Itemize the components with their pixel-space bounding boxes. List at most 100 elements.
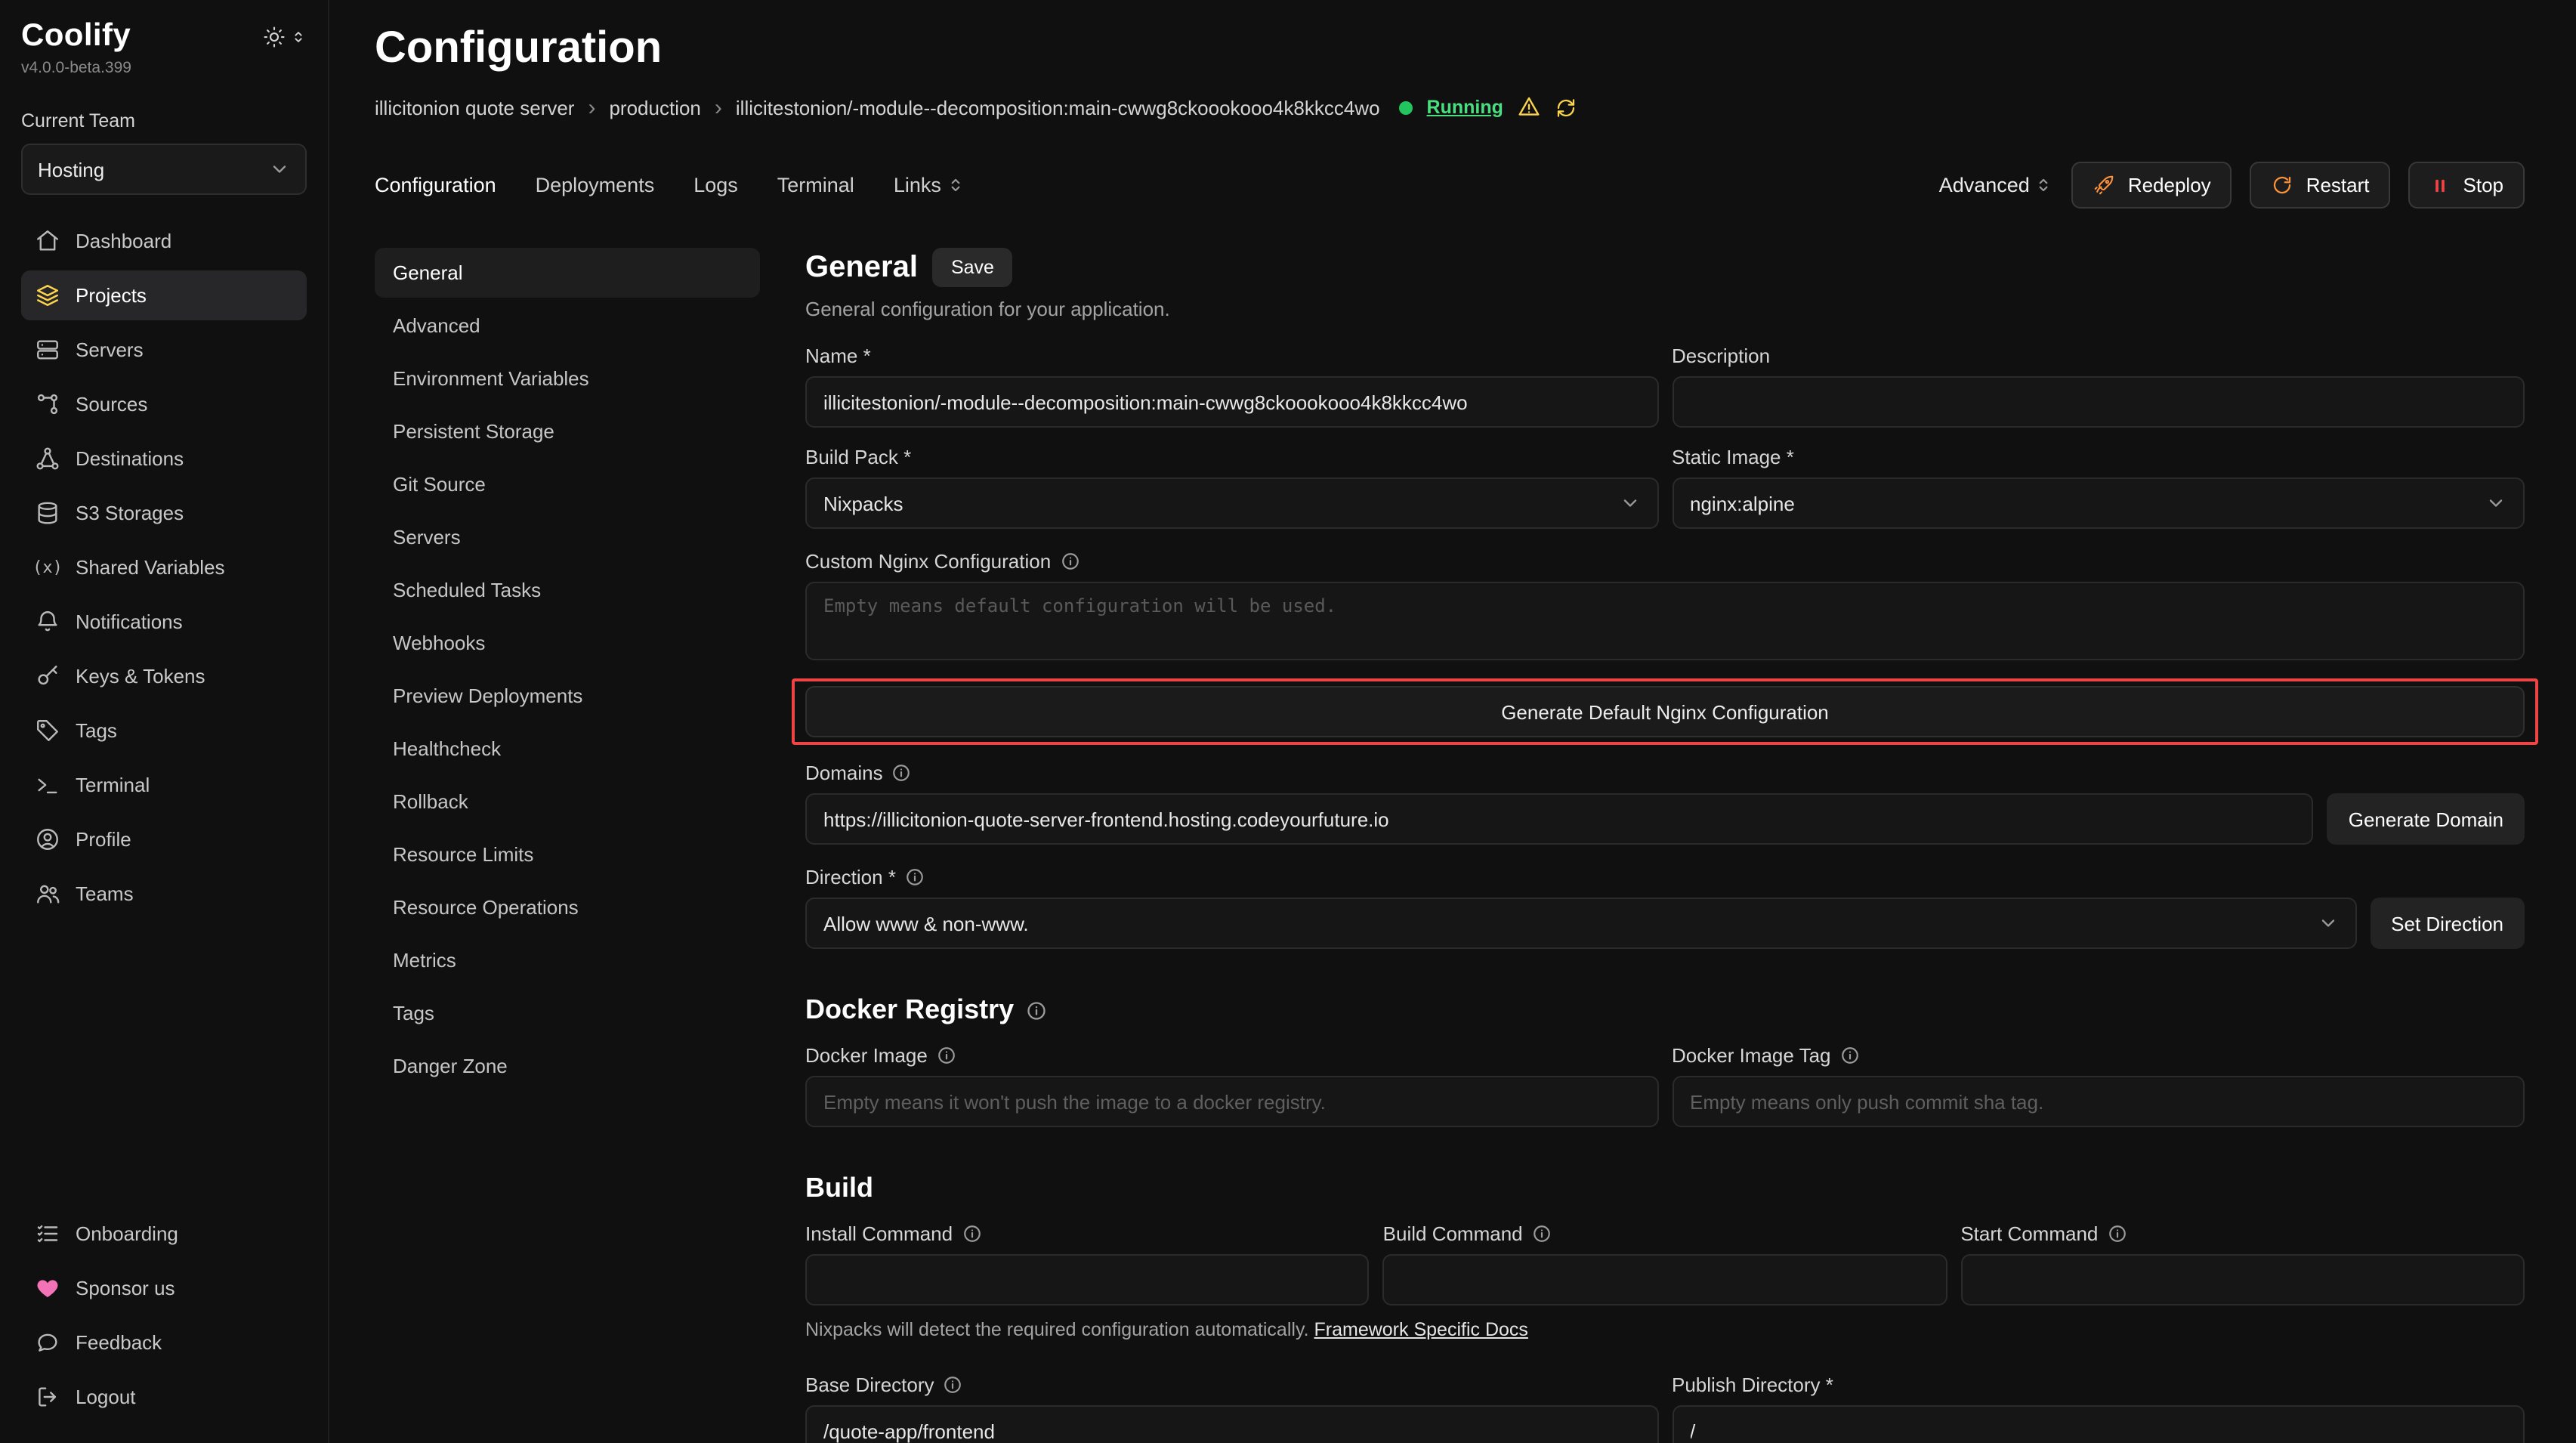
build-command-input[interactable]	[1383, 1254, 1947, 1305]
base-directory-label: Base Directory	[805, 1373, 1658, 1396]
description-input[interactable]	[1672, 376, 2525, 428]
team-select[interactable]: Hosting	[21, 144, 307, 195]
breadcrumb: illicitonion quote server › production ›…	[375, 95, 2525, 119]
tab-configuration[interactable]: Configuration	[375, 174, 496, 196]
subnav-item-preview-deployments[interactable]: Preview Deployments	[375, 671, 760, 721]
nixpacks-note: Nixpacks will detect the required config…	[805, 1319, 2525, 1340]
subnav-item-git-source[interactable]: Git Source	[375, 459, 760, 509]
sidebar-item-shared-variables[interactable]: (x) Shared Variables	[21, 542, 307, 592]
sidebar-item-sponsor[interactable]: Sponsor us	[21, 1263, 307, 1313]
generate-domain-button[interactable]: Generate Domain	[2327, 793, 2525, 845]
sidebar-item-notifications[interactable]: Notifications	[21, 597, 307, 647]
sidebar-item-label: Projects	[76, 284, 147, 307]
subnav-item-servers[interactable]: Servers	[375, 512, 760, 562]
info-icon[interactable]	[1060, 552, 1080, 571]
subnav-item-persistent-storage[interactable]: Persistent Storage	[375, 406, 760, 456]
chevron-down-icon	[2485, 493, 2507, 514]
status-running-link[interactable]: Running	[1427, 97, 1503, 118]
sidebar-item-profile[interactable]: Profile	[21, 814, 307, 864]
info-icon[interactable]	[962, 1224, 981, 1244]
base-directory-input[interactable]	[805, 1405, 1658, 1443]
framework-docs-link[interactable]: Framework Specific Docs	[1314, 1319, 1528, 1340]
subnav-item-webhooks[interactable]: Webhooks	[375, 618, 760, 668]
info-icon[interactable]	[2107, 1224, 2127, 1244]
chevron-right-icon: ›	[588, 96, 595, 119]
sidebar-item-terminal[interactable]: Terminal	[21, 760, 307, 810]
page-title: Configuration	[375, 24, 2525, 74]
theme-toggle[interactable]	[263, 25, 307, 48]
save-button[interactable]: Save	[933, 248, 1012, 287]
info-icon[interactable]	[892, 763, 912, 783]
tab-terminal[interactable]: Terminal	[777, 174, 854, 196]
advanced-dropdown[interactable]: Advanced	[1939, 174, 2054, 196]
sidebar-item-onboarding[interactable]: Onboarding	[21, 1209, 307, 1259]
breadcrumb-resource[interactable]: illicitestonion/-module--decomposition:m…	[736, 96, 1380, 119]
set-direction-button[interactable]: Set Direction	[2370, 898, 2525, 949]
sidebar-item-label: Shared Variables	[76, 556, 225, 579]
tab-logs[interactable]: Logs	[693, 174, 738, 196]
info-icon[interactable]	[1532, 1224, 1552, 1244]
generate-nginx-button[interactable]: Generate Default Nginx Configuration	[805, 686, 2525, 737]
chevron-up-down-icon	[2034, 175, 2054, 195]
redeploy-button[interactable]: Redeploy	[2072, 162, 2232, 209]
general-subtitle: General configuration for your applicati…	[805, 298, 2525, 320]
breadcrumb-environment[interactable]: production	[609, 96, 700, 119]
build-pack-select[interactable]: Nixpacks	[805, 477, 1658, 529]
info-icon[interactable]	[905, 867, 925, 887]
subnav-item-advanced[interactable]: Advanced	[375, 301, 760, 351]
sidebar-item-projects[interactable]: Projects	[21, 270, 307, 320]
subnav-item-resource-limits[interactable]: Resource Limits	[375, 830, 760, 879]
subnav-item-tags[interactable]: Tags	[375, 988, 760, 1038]
sidebar-item-keys-tokens[interactable]: Keys & Tokens	[21, 651, 307, 701]
directories-row: Base Directory Publish Directory *	[805, 1373, 2525, 1443]
subnav-item-rollback[interactable]: Rollback	[375, 777, 760, 827]
breadcrumb-project[interactable]: illicitonion quote server	[375, 96, 574, 119]
tab-links[interactable]: Links	[894, 174, 965, 196]
install-command-input[interactable]	[805, 1254, 1370, 1305]
docker-image-field-group: Docker Image	[805, 1044, 1658, 1127]
publish-directory-input[interactable]	[1672, 1405, 2525, 1443]
sidebar-item-sources[interactable]: Sources	[21, 379, 307, 429]
app-logo[interactable]: Coolify	[21, 18, 131, 54]
info-icon[interactable]	[944, 1375, 963, 1395]
nginx-config-textarea[interactable]	[805, 582, 2525, 660]
subnav-item-metrics[interactable]: Metrics	[375, 935, 760, 985]
domains-input[interactable]	[805, 793, 2314, 845]
sidebar-item-teams[interactable]: Teams	[21, 869, 307, 919]
checklist-icon	[35, 1221, 60, 1247]
sidebar-item-feedback[interactable]: Feedback	[21, 1318, 307, 1367]
sidebar-item-label: Destinations	[76, 447, 184, 470]
subnav-item-healthcheck[interactable]: Healthcheck	[375, 724, 760, 774]
subnav-item-danger-zone[interactable]: Danger Zone	[375, 1041, 760, 1091]
subnav-item-environment-variables[interactable]: Environment Variables	[375, 354, 760, 403]
stop-button[interactable]: Stop	[2409, 162, 2525, 209]
refresh-icon[interactable]	[1555, 96, 1577, 119]
restart-button[interactable]: Restart	[2250, 162, 2391, 209]
info-icon[interactable]	[1840, 1046, 1860, 1065]
sidebar-item-servers[interactable]: Servers	[21, 325, 307, 375]
direction-row: Allow www & non-www. Set Direction	[805, 898, 2525, 949]
tab-deployments[interactable]: Deployments	[536, 174, 655, 196]
direction-select[interactable]: Allow www & non-www.	[805, 898, 2356, 949]
sidebar-item-dashboard[interactable]: Dashboard	[21, 216, 307, 266]
docker-image-input[interactable]	[805, 1076, 1658, 1127]
key-icon	[35, 663, 60, 689]
sidebar-item-logout[interactable]: Logout	[21, 1372, 307, 1422]
sidebar-item-s3-storages[interactable]: S3 Storages	[21, 488, 307, 538]
start-command-input[interactable]	[1960, 1254, 2525, 1305]
static-image-select[interactable]: nginx:alpine	[1672, 477, 2525, 529]
sidebar-item-tags[interactable]: Tags	[21, 706, 307, 755]
sidebar-item-destinations[interactable]: Destinations	[21, 434, 307, 484]
docker-tag-input[interactable]	[1672, 1076, 2525, 1127]
sidebar-item-label: Sponsor us	[76, 1277, 175, 1299]
info-icon[interactable]	[1026, 1000, 1047, 1021]
subnav-item-scheduled-tasks[interactable]: Scheduled Tasks	[375, 565, 760, 615]
subnav-item-resource-operations[interactable]: Resource Operations	[375, 882, 760, 932]
tabs: Configuration Deployments Logs Terminal …	[375, 174, 965, 196]
subnav-item-general[interactable]: General	[375, 248, 760, 298]
tab-bar: Configuration Deployments Logs Terminal …	[375, 162, 2525, 209]
section-title-general: General	[805, 250, 918, 285]
name-input[interactable]	[805, 376, 1658, 428]
info-icon[interactable]	[937, 1046, 956, 1065]
sidebar-header: Coolify	[21, 18, 307, 54]
